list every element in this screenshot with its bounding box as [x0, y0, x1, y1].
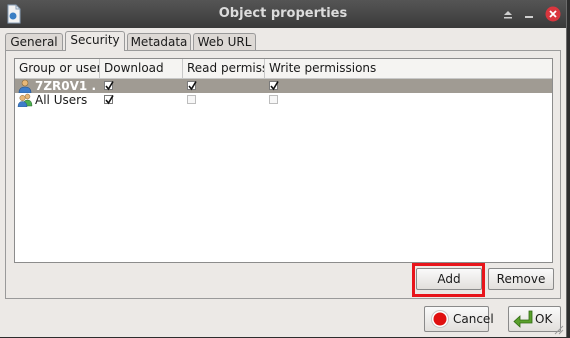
column-header-group-or-user[interactable]: Group or user name — [15, 59, 100, 79]
shade-icon[interactable] — [500, 6, 516, 22]
remove-button[interactable]: Remove — [488, 268, 554, 290]
column-header-download[interactable]: Download — [100, 59, 183, 79]
security-panel: Group or user name Download Read permiss… — [5, 50, 561, 299]
tab-web-url[interactable]: Web URL — [193, 33, 256, 50]
download-checkbox[interactable] — [104, 95, 114, 105]
user-icon — [17, 79, 33, 94]
window-title: Object properties — [218, 6, 348, 21]
write-permissions-checkbox[interactable] — [269, 81, 279, 91]
download-checkbox[interactable] — [104, 81, 114, 91]
minimize-icon[interactable] — [521, 6, 537, 22]
tab-general[interactable]: General — [5, 33, 63, 50]
column-header-write-permissions[interactable]: Write permissions — [265, 59, 552, 79]
ok-label: OK — [535, 312, 553, 326]
permission-row[interactable]: All Users — [15, 93, 552, 108]
tab-metadata[interactable]: Metadata — [127, 33, 191, 50]
row-name: All Users — [35, 93, 88, 107]
enter-arrow-icon — [512, 308, 533, 328]
stop-icon — [430, 309, 450, 329]
permission-row[interactable]: 7ZR0V1 ... — [15, 79, 552, 94]
tab-security[interactable]: Security — [65, 31, 125, 51]
permissions-list[interactable]: Group or user name Download Read permiss… — [14, 58, 553, 263]
cancel-button[interactable]: Cancel — [424, 306, 494, 332]
cancel-label: Cancel — [453, 312, 494, 326]
object-properties-window: Object properties General Security Metad… — [0, 0, 567, 337]
group-icon — [17, 93, 33, 108]
read-permissions-checkbox[interactable] — [187, 95, 196, 104]
close-icon[interactable] — [545, 6, 561, 22]
resize-grip-icon[interactable] — [553, 324, 564, 335]
column-header-read-permissions[interactable]: Read permissions — [183, 59, 265, 79]
add-button[interactable]: Add — [416, 268, 482, 290]
read-permissions-checkbox[interactable] — [187, 81, 197, 91]
write-permissions-checkbox[interactable] — [269, 95, 278, 104]
title-bar[interactable]: Object properties — [0, 0, 566, 28]
row-name: 7ZR0V1 ... — [35, 79, 97, 93]
